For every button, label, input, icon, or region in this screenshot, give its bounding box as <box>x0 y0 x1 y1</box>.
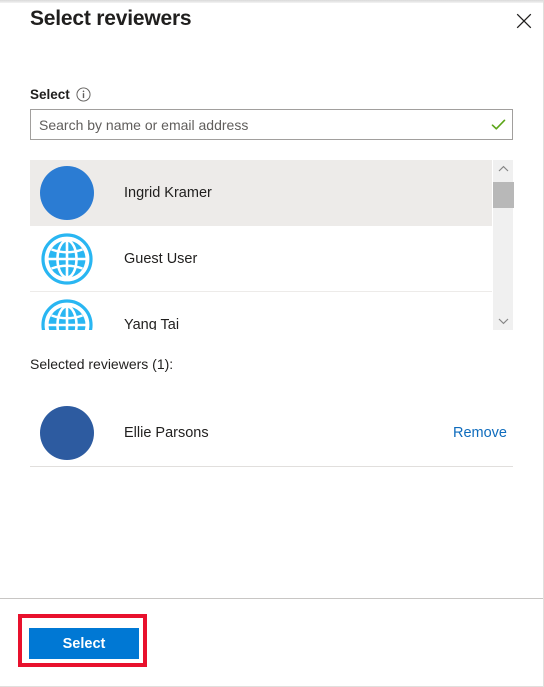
globe-icon <box>41 298 93 330</box>
avatar <box>40 298 94 330</box>
results-scrollbar[interactable] <box>492 160 514 330</box>
table-row[interactable]: Ingrid Kramer <box>30 160 513 226</box>
table-row[interactable]: Yang Tai <box>30 292 513 330</box>
table-row[interactable]: Guest User <box>30 226 513 292</box>
page-title: Select reviewers <box>30 7 192 30</box>
info-icon[interactable] <box>76 87 91 102</box>
selected-reviewer-name: Ellie Parsons <box>124 425 209 441</box>
select-field-label: Select <box>30 87 70 102</box>
search-field-wrapper[interactable] <box>30 109 513 140</box>
list-item: Ellie Parsons Remove <box>30 400 513 467</box>
checkmark-icon <box>484 110 512 139</box>
remove-link[interactable]: Remove <box>453 425 507 441</box>
avatar <box>40 406 94 460</box>
select-field-label-row: Select <box>30 87 91 102</box>
close-icon <box>516 13 532 29</box>
chevron-up-icon[interactable] <box>493 160 514 178</box>
avatar <box>40 165 94 220</box>
footer-divider <box>0 598 543 599</box>
avatar <box>40 232 94 286</box>
reviewer-name: Guest User <box>124 250 198 267</box>
selected-reviewers-list: Ellie Parsons Remove <box>30 400 513 467</box>
select-button[interactable]: Select <box>29 628 139 659</box>
reviewer-name: Yang Tai <box>124 316 180 331</box>
reviewer-results-list[interactable]: Ingrid Kramer Guest User Yang Tai <box>30 160 513 330</box>
chevron-down-icon[interactable] <box>493 312 514 330</box>
dialog-header: Select reviewers <box>0 3 543 59</box>
search-input[interactable] <box>31 110 484 139</box>
globe-icon <box>41 232 93 285</box>
scrollbar-thumb[interactable] <box>493 182 514 208</box>
reviewer-name: Ingrid Kramer <box>124 184 212 201</box>
close-button[interactable] <box>508 5 540 37</box>
selected-reviewers-heading: Selected reviewers (1): <box>30 356 174 372</box>
